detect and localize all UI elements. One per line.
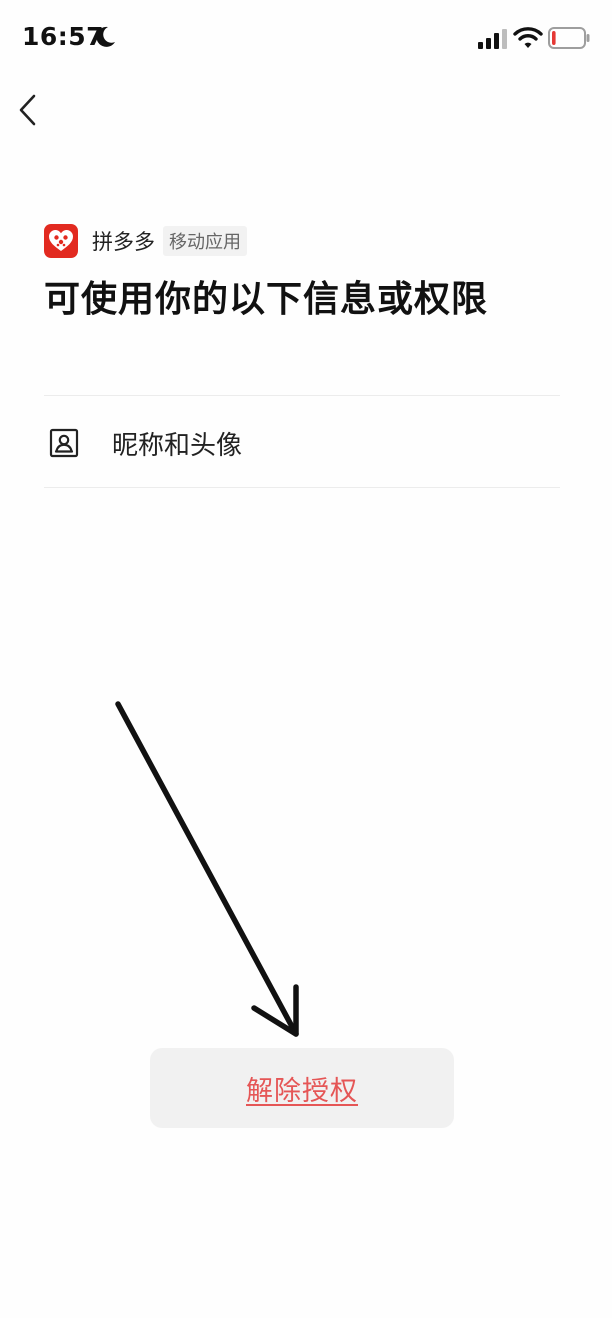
page-title: 可使用你的以下信息或权限 (44, 279, 489, 320)
arrow-annotation-icon (115, 701, 299, 1037)
app-authorization-page: 16:57 拼多多 移动应用 可使用你的以下信息或权限 昵称和头像 解除授权 (0, 0, 612, 1318)
revoke-authorization-button[interactable]: 解除授权 (150, 1048, 454, 1128)
divider-top (44, 395, 560, 396)
app-header: 拼多多 移动应用 (44, 224, 247, 258)
status-bar: 16:57 (0, 0, 612, 80)
moon-icon (96, 26, 115, 47)
pinduoduo-logo (44, 224, 78, 258)
cellular-signal-icon (478, 29, 507, 49)
user-portrait-icon (49, 428, 79, 458)
wifi-icon (513, 27, 543, 48)
battery-low-icon (548, 27, 590, 49)
app-name: 拼多多 (92, 230, 155, 254)
app-type-badge: 移动应用 (163, 226, 247, 256)
status-time: 16:57 (22, 22, 105, 51)
permission-label: 昵称和头像 (112, 430, 243, 461)
divider-bottom (44, 487, 560, 488)
permission-item: 昵称和头像 (44, 400, 560, 486)
revoke-authorization-label: 解除授权 (246, 1075, 358, 1107)
back-chevron-icon[interactable] (14, 92, 44, 128)
